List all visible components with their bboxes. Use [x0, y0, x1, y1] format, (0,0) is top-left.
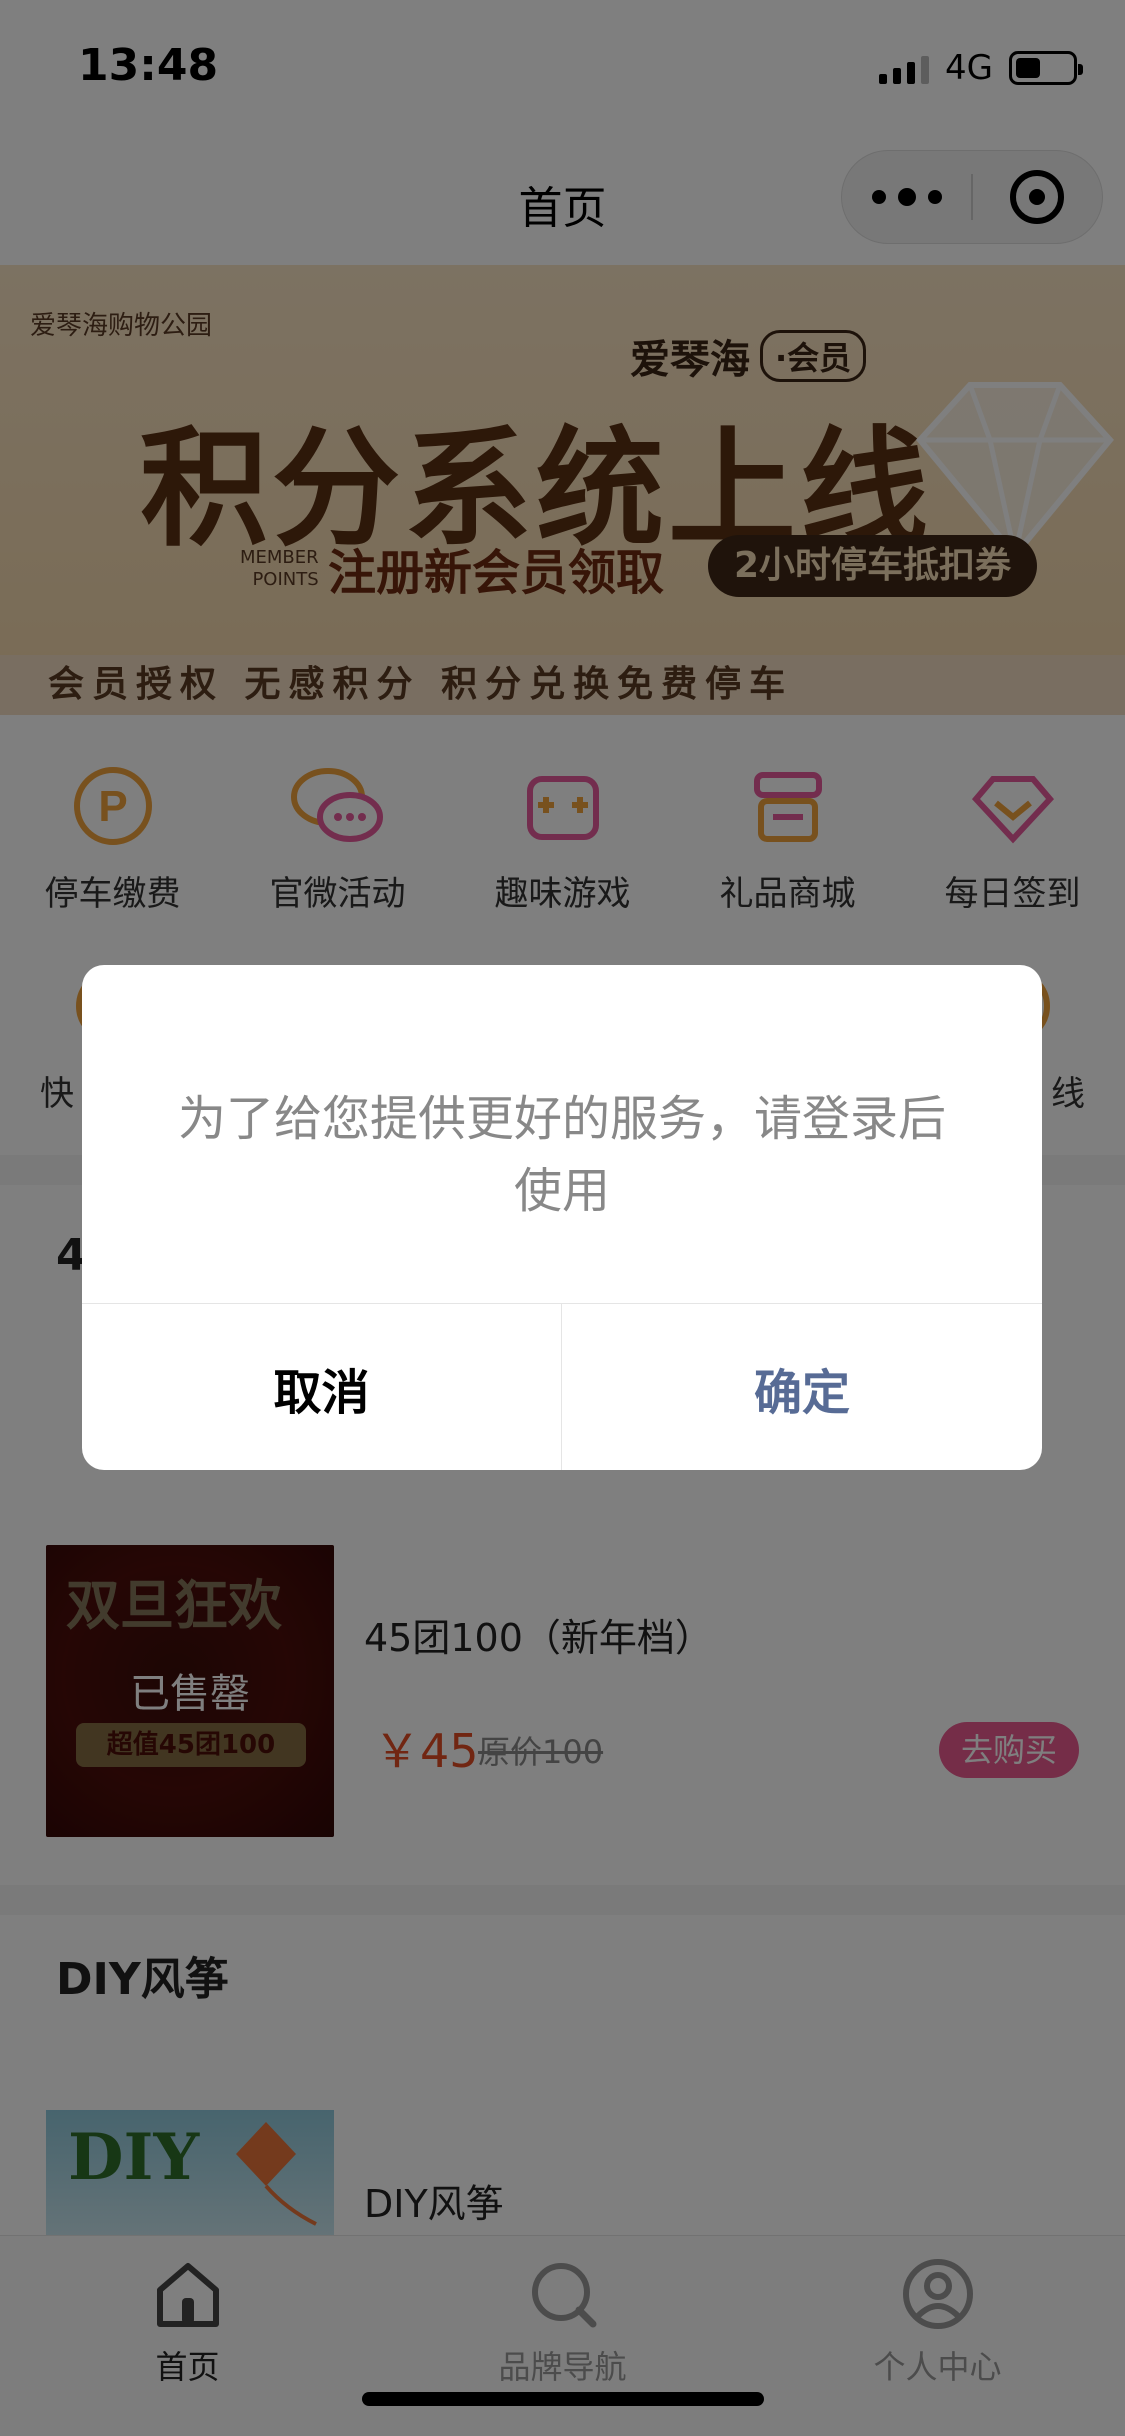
home-indicator[interactable] [362, 2392, 764, 2406]
modal-message: 为了给您提供更好的服务，请登录后使用 [177, 1091, 946, 1219]
cancel-button[interactable]: 取消 [82, 1304, 562, 1470]
modal-actions: 取消 确定 [82, 1303, 1042, 1470]
confirm-button[interactable]: 确定 [562, 1304, 1042, 1470]
login-modal: 为了给您提供更好的服务，请登录后使用 取消 确定 [82, 965, 1042, 1470]
